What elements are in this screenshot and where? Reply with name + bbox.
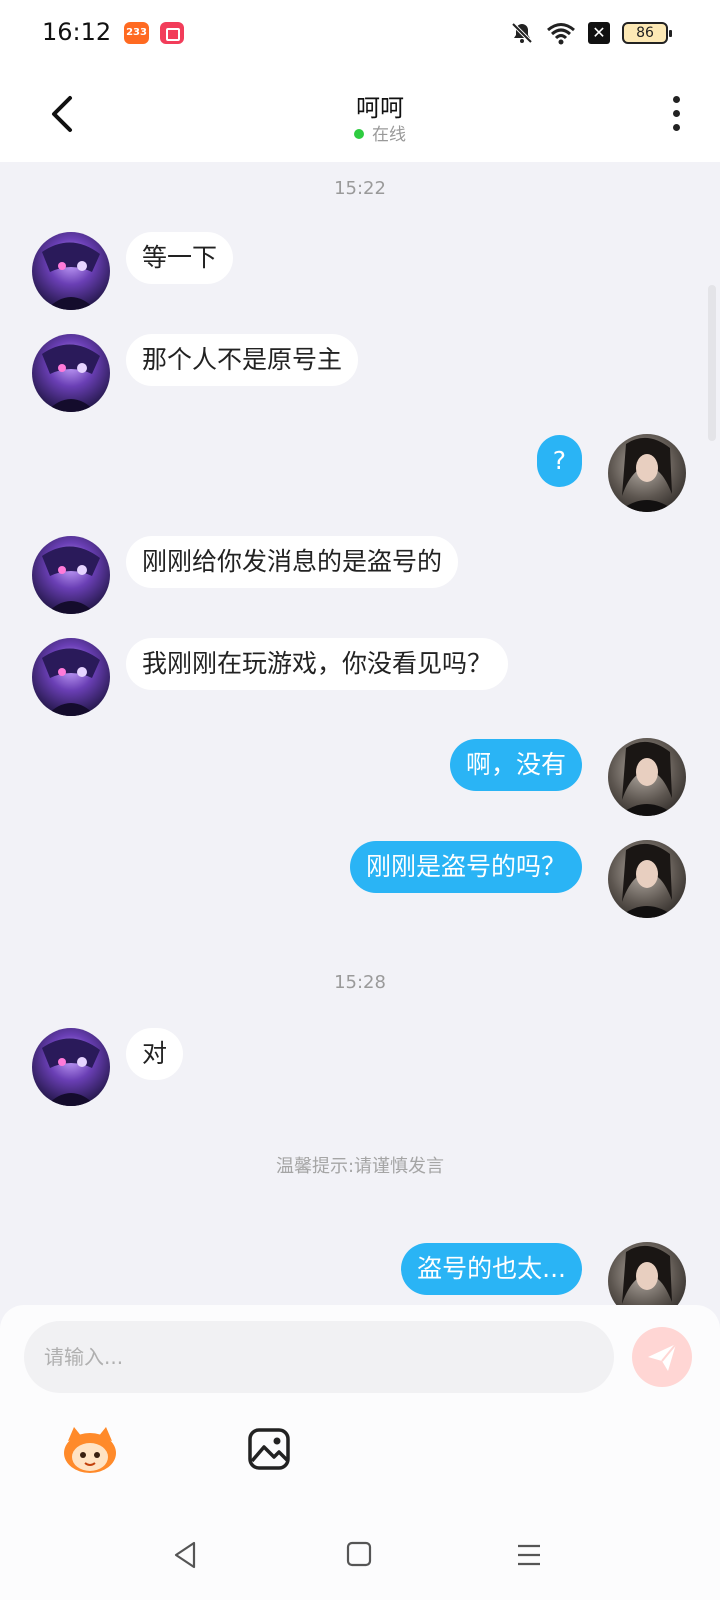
- no-sim-icon: ✕: [588, 22, 610, 44]
- emoji-mascot-icon[interactable]: [60, 1423, 120, 1475]
- nav-menu-icon[interactable]: [516, 1543, 542, 1567]
- message-bubble-outgoing[interactable]: 刚刚是盗号的吗？: [349, 841, 582, 893]
- send-button[interactable]: [632, 1327, 692, 1387]
- contact-avatar[interactable]: [32, 1028, 110, 1106]
- timestamp: 15:28: [334, 972, 386, 993]
- message-bubble-incoming[interactable]: 那个人不是原号主: [126, 334, 359, 386]
- my-avatar[interactable]: [608, 738, 686, 816]
- scrollbar[interactable]: [708, 285, 716, 441]
- more-vertical-icon[interactable]: [664, 96, 688, 136]
- screen-record-icon: [160, 22, 184, 44]
- wifi-icon: [547, 23, 575, 45]
- status-icons: ✕ 86: [510, 20, 672, 46]
- contact-avatar[interactable]: [32, 536, 110, 614]
- contact-name: 呵呵: [356, 94, 404, 122]
- message-bubble-outgoing[interactable]: ?: [536, 435, 582, 487]
- nav-back-icon[interactable]: [172, 1540, 198, 1570]
- mute-bell-icon: [511, 22, 533, 44]
- contact-avatar[interactable]: [32, 638, 110, 716]
- nav-home-icon[interactable]: [346, 1541, 372, 1567]
- online-status: 在线: [0, 120, 720, 145]
- message-input[interactable]: [24, 1321, 614, 1393]
- contact-avatar[interactable]: [32, 334, 110, 412]
- battery-icon: 86: [622, 22, 672, 44]
- timestamp: 15:22: [334, 178, 386, 199]
- online-status-label: 在线: [372, 125, 406, 145]
- message-bubble-incoming[interactable]: 刚刚给你发消息的是盗号的: [126, 536, 459, 588]
- message-bubble-incoming[interactable]: 我刚刚在玩游戏，你没看见吗？: [126, 638, 509, 690]
- status-bar: 16:12 233 ✕ 86: [0, 0, 720, 66]
- message-list[interactable]: 15:22 等一下 那个人不是原号主 ? 刚刚给你发消息的是盗号的 我刚刚在玩游…: [0, 162, 720, 1310]
- message-bubble-incoming[interactable]: 对: [126, 1028, 184, 1080]
- my-avatar[interactable]: [608, 1242, 686, 1310]
- my-avatar[interactable]: [608, 840, 686, 918]
- contact-avatar[interactable]: [32, 232, 110, 310]
- my-avatar[interactable]: [608, 434, 686, 512]
- message-bubble-outgoing[interactable]: 啊，没有: [449, 739, 582, 791]
- image-icon[interactable]: [247, 1427, 291, 1471]
- app-233-icon: 233: [124, 22, 149, 44]
- system-tip: 温馨提示:请谨慎发言: [275, 1156, 445, 1177]
- status-time: 16:12: [42, 18, 112, 46]
- online-dot-icon: [354, 129, 364, 139]
- message-bubble-outgoing[interactable]: 盗号的也太...: [401, 1243, 582, 1295]
- chat-header: 呵呵 在线: [0, 66, 720, 162]
- message-bubble-incoming[interactable]: 等一下: [126, 232, 234, 284]
- send-icon: [648, 1343, 677, 1371]
